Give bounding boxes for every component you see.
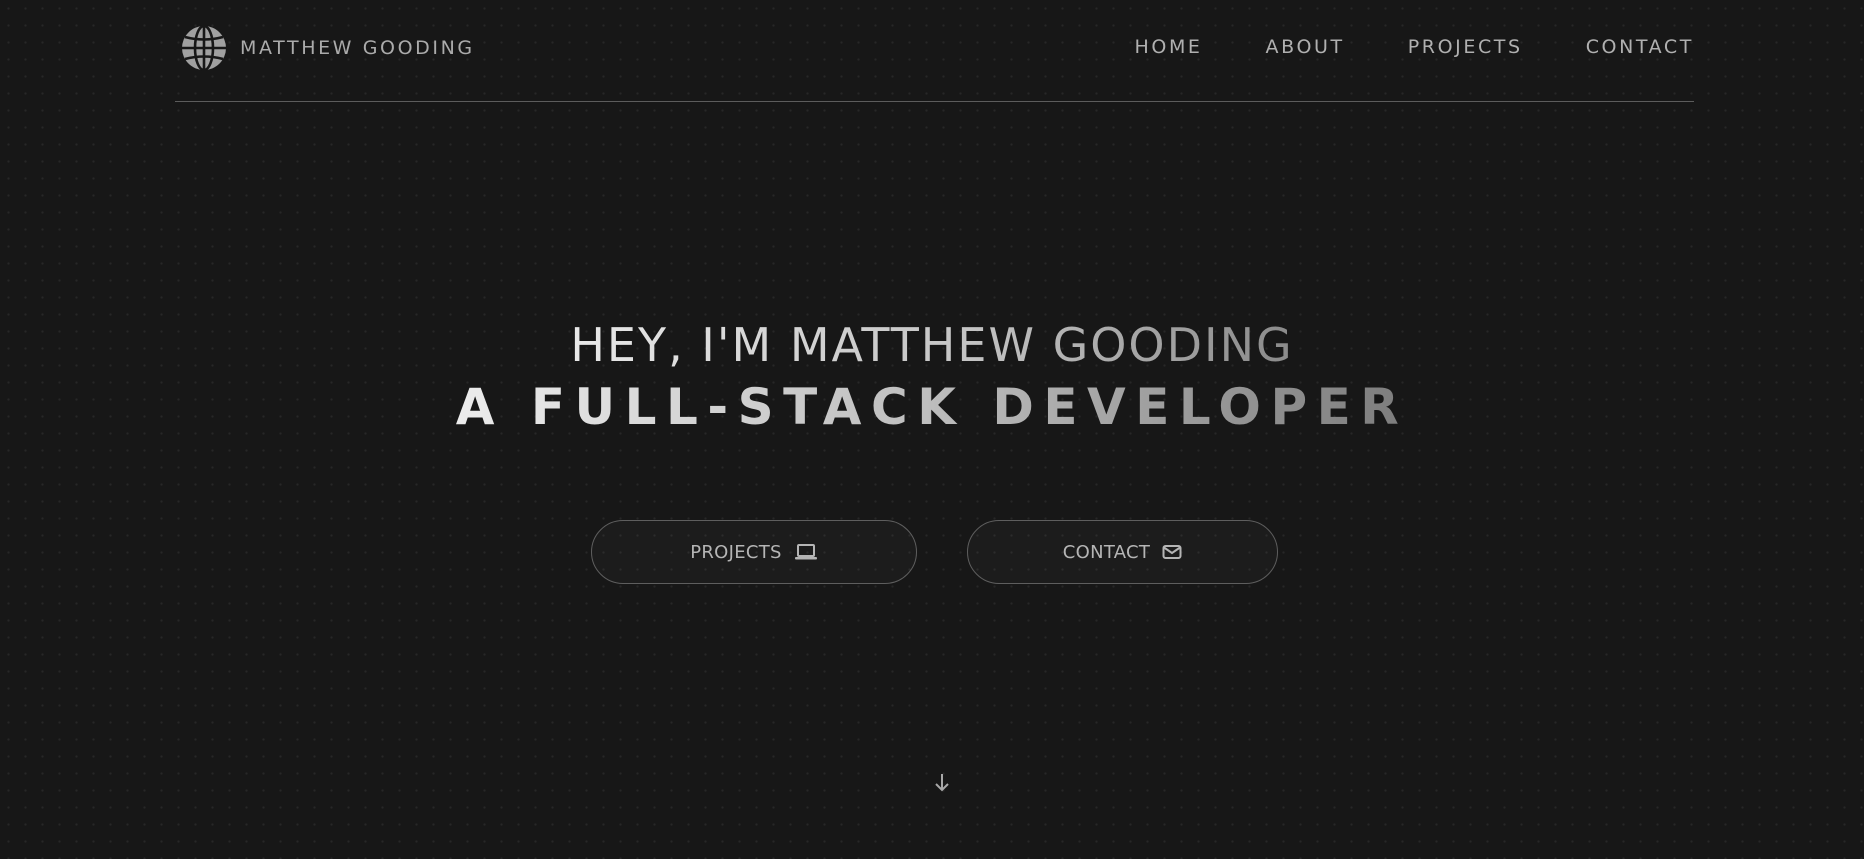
scroll-down-button[interactable] xyxy=(932,770,952,794)
contact-button[interactable]: CONTACT xyxy=(967,520,1278,584)
nav-projects[interactable]: PROJECTS xyxy=(1408,36,1523,58)
cta-row: PROJECTS CONTACT xyxy=(0,520,1864,584)
site-header: MATTHEW GOODING HOME ABOUT PROJECTS CONT… xyxy=(175,0,1694,102)
nav-home[interactable]: HOME xyxy=(1135,36,1203,58)
nav-contact[interactable]: CONTACT xyxy=(1586,36,1694,58)
globe-icon xyxy=(182,25,226,71)
hero-title: A FULL-STACK DEVELOPER xyxy=(455,378,1409,436)
main-nav: HOME ABOUT PROJECTS CONTACT xyxy=(1135,36,1695,58)
hero-section: HEY, I'M MATTHEW GOODING A FULL-STACK DE… xyxy=(0,300,1864,437)
brand-name: MATTHEW GOODING xyxy=(240,37,475,59)
projects-button-label: PROJECTS xyxy=(690,541,782,563)
arrow-down-icon xyxy=(935,774,949,792)
mail-icon xyxy=(1162,545,1182,559)
contact-button-label: CONTACT xyxy=(1062,541,1151,563)
brand-link[interactable]: MATTHEW GOODING xyxy=(181,25,475,71)
nav-about[interactable]: ABOUT xyxy=(1266,36,1345,58)
projects-button[interactable]: PROJECTS xyxy=(591,520,917,584)
laptop-icon xyxy=(794,544,817,560)
